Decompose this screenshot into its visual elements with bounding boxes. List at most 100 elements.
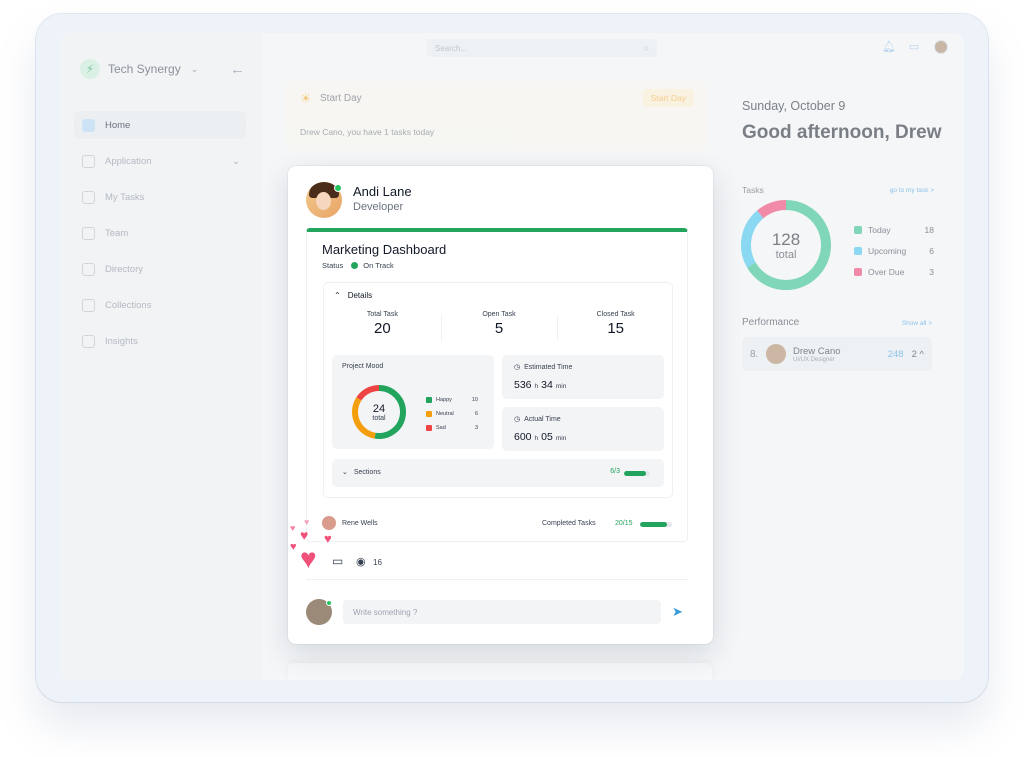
- sidebar-item-label: My Tasks: [105, 191, 145, 203]
- hours-unit: h: [534, 435, 539, 442]
- performer-name: Drew Cano: [793, 345, 841, 357]
- heart-icon: ♥: [300, 543, 317, 574]
- stat-value: 5: [494, 320, 504, 337]
- next-post-card: [288, 663, 712, 680]
- folder-icon: [82, 298, 95, 312]
- start-day-title: Start Day: [320, 93, 362, 104]
- performer-role: UI/UX Designer: [793, 356, 835, 363]
- clock-icon: ◷: [514, 364, 521, 371]
- mood-donut-chart: 24 total: [352, 385, 406, 439]
- greeting: Good afternoon, Drew: [742, 122, 942, 143]
- stat-closed-task: Closed Task 15: [557, 311, 674, 347]
- search-input[interactable]: Search... ○: [427, 39, 657, 57]
- estimated-time-title: Estimated Time: [524, 363, 573, 371]
- sidebar-item-label: Directory: [105, 263, 144, 275]
- start-day-message: Drew Cano, you have 1 tasks today: [300, 127, 435, 137]
- post-author-name[interactable]: Andi Lane: [353, 184, 412, 199]
- start-day-button[interactable]: Start Day: [642, 89, 694, 107]
- performer-row[interactable]: 8. Drew Cano UI/UX Designer 248 2 ^: [742, 337, 932, 371]
- grid-icon: [82, 154, 95, 168]
- hours-value: 600: [514, 431, 532, 443]
- user-avatar[interactable]: [934, 40, 948, 54]
- minutes-unit: min: [555, 383, 567, 390]
- legend-value: 6: [929, 245, 934, 256]
- bell-icon[interactable]: 🔔︎: [882, 41, 896, 53]
- post-card: Andi Lane Developer Marketing Dashboard …: [288, 166, 713, 644]
- mood-label: Neutral: [436, 411, 454, 417]
- chevron-down-icon: ⌄: [190, 63, 199, 74]
- heart-icon: ♥: [290, 541, 297, 553]
- estimated-time-value: 536 h 34 min: [514, 379, 569, 391]
- sections-progress-bar: [624, 471, 650, 476]
- donut-segment-upcoming: [741, 210, 764, 268]
- chevron-down-icon: ⌄: [231, 155, 240, 167]
- chevron-up-icon: ⌃: [334, 291, 341, 300]
- details-toggle[interactable]: ⌃ Details: [334, 291, 372, 300]
- minutes-value: 05: [541, 431, 553, 443]
- dashboard-card: Marketing Dashboard Status On Track ⌃ De…: [306, 228, 688, 542]
- heart-icon: ♥: [300, 527, 309, 543]
- go-to-my-task-link[interactable]: go to my task >: [890, 187, 934, 194]
- mood-label: Sad: [436, 425, 446, 431]
- actual-time-card: ◷ Actual Time 600 h 05 min: [502, 407, 664, 451]
- status-dot: [351, 262, 359, 269]
- minutes-unit: min: [555, 435, 567, 442]
- mood-label: Happy: [436, 397, 452, 403]
- status-badge: On Track: [363, 261, 394, 270]
- top-actions: 🔔︎ ▭: [882, 40, 948, 54]
- performer-rank: 8.: [750, 348, 759, 360]
- chevron-up-icon: ^: [919, 348, 924, 360]
- bolt-icon: ⚡: [80, 59, 100, 79]
- tasks-legend: Today 18 Upcoming 6 Over Due 3: [854, 219, 934, 282]
- status-row: Status On Track: [322, 261, 394, 270]
- sidebar-item-directory[interactable]: Directory: [74, 255, 246, 283]
- completed-tasks-label: Completed Tasks: [542, 520, 596, 527]
- completed-progress-bar: [640, 522, 672, 527]
- comment-icon[interactable]: ▭: [332, 554, 343, 568]
- tasks-total-label: total: [776, 249, 797, 261]
- sections-toggle[interactable]: ⌄ Sections 6/3: [332, 459, 664, 487]
- legend-swatch: [426, 411, 432, 417]
- like-button[interactable]: ♥ ♥ ♥ ♥ ♥ ♥: [288, 516, 348, 578]
- sidebar-item-label: Application: [105, 155, 152, 167]
- show-all-link[interactable]: Show all >: [902, 320, 932, 327]
- donut-segment-over-due: [757, 200, 787, 219]
- send-icon[interactable]: ➤: [672, 604, 683, 620]
- sidebar-item-insights[interactable]: Insights: [74, 327, 246, 355]
- legend-label: Today: [868, 224, 891, 235]
- legend-value: 18: [924, 224, 934, 235]
- sidebar-item-my-tasks[interactable]: My Tasks: [74, 183, 246, 211]
- home-icon: [82, 118, 95, 132]
- comment-input[interactable]: Write something ?: [343, 600, 661, 624]
- heart-icon: ♥: [290, 523, 296, 533]
- sidebar-item-team[interactable]: Team: [74, 219, 246, 247]
- collapse-sidebar-icon[interactable]: ←: [230, 61, 245, 78]
- brand-switcher[interactable]: ⚡ Tech Synergy ⌄: [80, 59, 198, 79]
- actual-time-title: Actual Time: [524, 415, 561, 423]
- mood-legend: Happy 10 Neutral 6 Sad 3: [426, 393, 478, 435]
- performer-score: 248: [887, 348, 904, 360]
- mood-value: 3: [474, 425, 478, 431]
- sidebar-item-home[interactable]: Home: [74, 111, 246, 139]
- details-panel: ⌃ Details Total Task 20 Open Task 5 Clos…: [323, 282, 673, 498]
- post-author-role: Developer: [353, 201, 404, 213]
- mood-item-sad: Sad 3: [426, 421, 478, 435]
- legend-swatch: [426, 425, 432, 431]
- chat-icon[interactable]: ▭: [908, 41, 920, 53]
- legend-item-upcoming: Upcoming 6: [854, 240, 934, 261]
- tasks-total: 128: [772, 230, 800, 249]
- performer-info: Drew Cano UI/UX Designer: [793, 346, 841, 363]
- legend-swatch: [854, 225, 862, 234]
- stat-value: 15: [607, 320, 625, 337]
- sidebar-nav: Home Application ⌄ My Tasks Team Directo…: [74, 111, 246, 363]
- chart-icon: [82, 334, 95, 348]
- avatar: [766, 344, 786, 364]
- mood-value: 6: [474, 411, 478, 417]
- online-status-dot: [326, 600, 332, 606]
- sidebar-item-application[interactable]: Application ⌄: [74, 147, 246, 175]
- hours-value: 536: [514, 379, 532, 391]
- performer-change-value: 2: [911, 348, 917, 360]
- chevron-down-icon: ⌄: [342, 469, 348, 476]
- mood-item-happy: Happy 10: [426, 393, 478, 407]
- sidebar-item-collections[interactable]: Collections: [74, 291, 246, 319]
